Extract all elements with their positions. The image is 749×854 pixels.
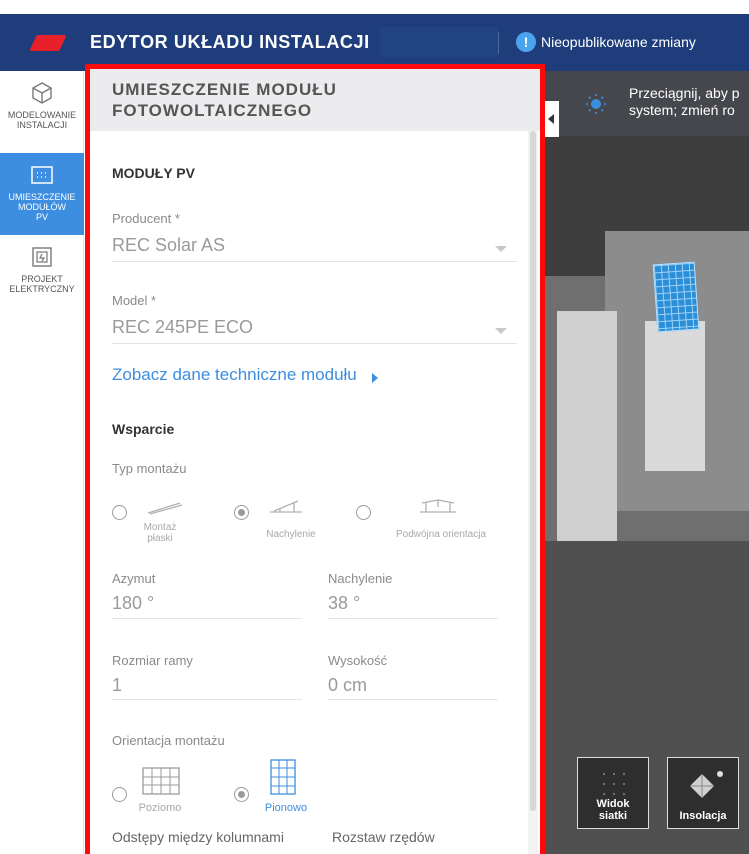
column-spacing-label: Odstępy między kolumnami [112,829,284,845]
tilt-label: Nachylenie [328,571,393,586]
top-bar: EDYTOR UKŁADU INSTALACJI ! Nieopublikowa… [0,14,749,71]
tilt-input[interactable]: 38 ° [328,593,360,614]
model-select[interactable]: REC 245PE ECO [112,317,253,338]
mount-dual-radio[interactable] [356,505,371,520]
sun-direction-icon [690,771,723,798]
chevron-down-icon[interactable] [495,328,507,334]
section-pv-modules: MODUŁY PV [112,165,195,181]
sun-icon [586,94,606,114]
orientation-label: Orientacja montażu [112,733,225,748]
azimuth-underline [112,618,302,619]
grid-dots-icon [603,773,625,795]
grid-view-label: Widok siatki [596,798,630,822]
nav-item-pv-placement[interactable]: UMIESZCZENIE MODUŁÓW PV [0,153,84,235]
producer-label: Producent * [112,211,180,226]
mount-flat-radio[interactable] [112,505,127,520]
hint-text: Przeciągnij, aby p system; zmień ro [629,85,740,118]
project-name-box[interactable] [380,27,498,57]
chevron-right-icon[interactable] [372,373,378,383]
azimuth-label: Azymut [112,571,156,586]
insolation-button[interactable]: Insolacja [667,757,739,829]
orientation-vertical-radio[interactable] [234,787,249,802]
app-logo[interactable] [29,35,67,51]
pv-module[interactable] [652,261,700,333]
electric-icon [32,247,52,267]
model-label: Model * [112,293,157,308]
panel-grid-icon [31,166,53,184]
tilt-mount-icon [270,500,302,513]
title-separator [498,32,499,54]
mount-type-label: Typ montażu [112,461,187,476]
left-navigation: MODELOWANIE INSTALACJI UMIESZCZENIE MODU… [0,71,84,854]
chevron-down-icon[interactable] [495,246,507,252]
map-canvas[interactable]: Przeciągnij, aby p system; zmień ro Wido… [545,71,749,854]
vertical-grid-icon [270,759,296,795]
app-title: EDYTOR UKŁADU INSTALACJI [90,32,370,52]
height-underline [328,699,498,700]
building-wall [645,321,705,471]
frame-size-underline [112,699,302,700]
height-input[interactable]: 0 cm [328,675,367,696]
cube-icon [32,82,52,104]
orientation-vertical-label: Pionowo [264,802,308,814]
mount-tilt-label: Nachylenie [266,529,316,540]
nav-label-electrical: PROJEKT ELEKTRYCZNY [9,274,75,294]
horizontal-grid-icon [142,767,180,795]
hint-bar: Przeciągnij, aby p system; zmień ro [545,71,749,136]
azimuth-input[interactable]: 180 ° [112,593,154,614]
exclamation-icon: ! [516,32,536,52]
mount-flat-label: Montaż płaski [143,522,177,544]
insolation-label: Insolacja [679,810,727,822]
producer-select[interactable]: REC Solar AS [112,235,225,256]
frame-size-input[interactable]: 1 [112,675,122,696]
nav-label-pv-placement: UMIESZCZENIE MODUŁÓW PV [8,192,76,222]
nav-label-modeling: MODELOWANIE INSTALACJI [7,110,77,130]
panel-title: UMIESZCZENIE MODUŁU FOTOWOLTAICZNEGO [112,80,337,120]
nav-item-modeling[interactable]: MODELOWANIE INSTALACJI [0,71,84,153]
grid-view-button[interactable]: Widok siatki [577,757,649,829]
mount-tilt-radio[interactable] [234,505,249,520]
pv-placement-panel: UMIESZCZENIE MODUŁU FOTOWOLTAICZNEGO MOD… [85,64,545,854]
orientation-horizontal-radio[interactable] [112,787,127,802]
section-support: Wsparcie [112,421,175,437]
mount-dual-label: Podwójna orientacja [395,529,487,540]
model-underline [112,343,517,344]
dual-orientation-icon [420,499,456,513]
row-spacing-label: Rozstaw rzędów [332,829,435,845]
orientation-horizontal-label: Poziomo [138,802,182,814]
unpublished-changes-status[interactable]: Nieopublikowane zmiany [541,34,696,50]
flat-mount-icon [147,502,183,515]
collapse-panel-button[interactable] [545,101,559,137]
datasheet-link[interactable]: Zobacz dane techniczne modułu [112,365,357,385]
tilt-underline [328,618,498,619]
producer-underline [112,261,517,262]
panel-scrollbar-thumb[interactable] [530,131,536,811]
nav-item-electrical[interactable]: PROJEKT ELEKTRYCZNY [0,235,84,317]
height-label: Wysokość [328,653,388,668]
panel-header: UMIESZCZENIE MODUŁU FOTOWOLTAICZNEGO [90,69,540,131]
frame-size-label: Rozmiar ramy [112,653,193,668]
